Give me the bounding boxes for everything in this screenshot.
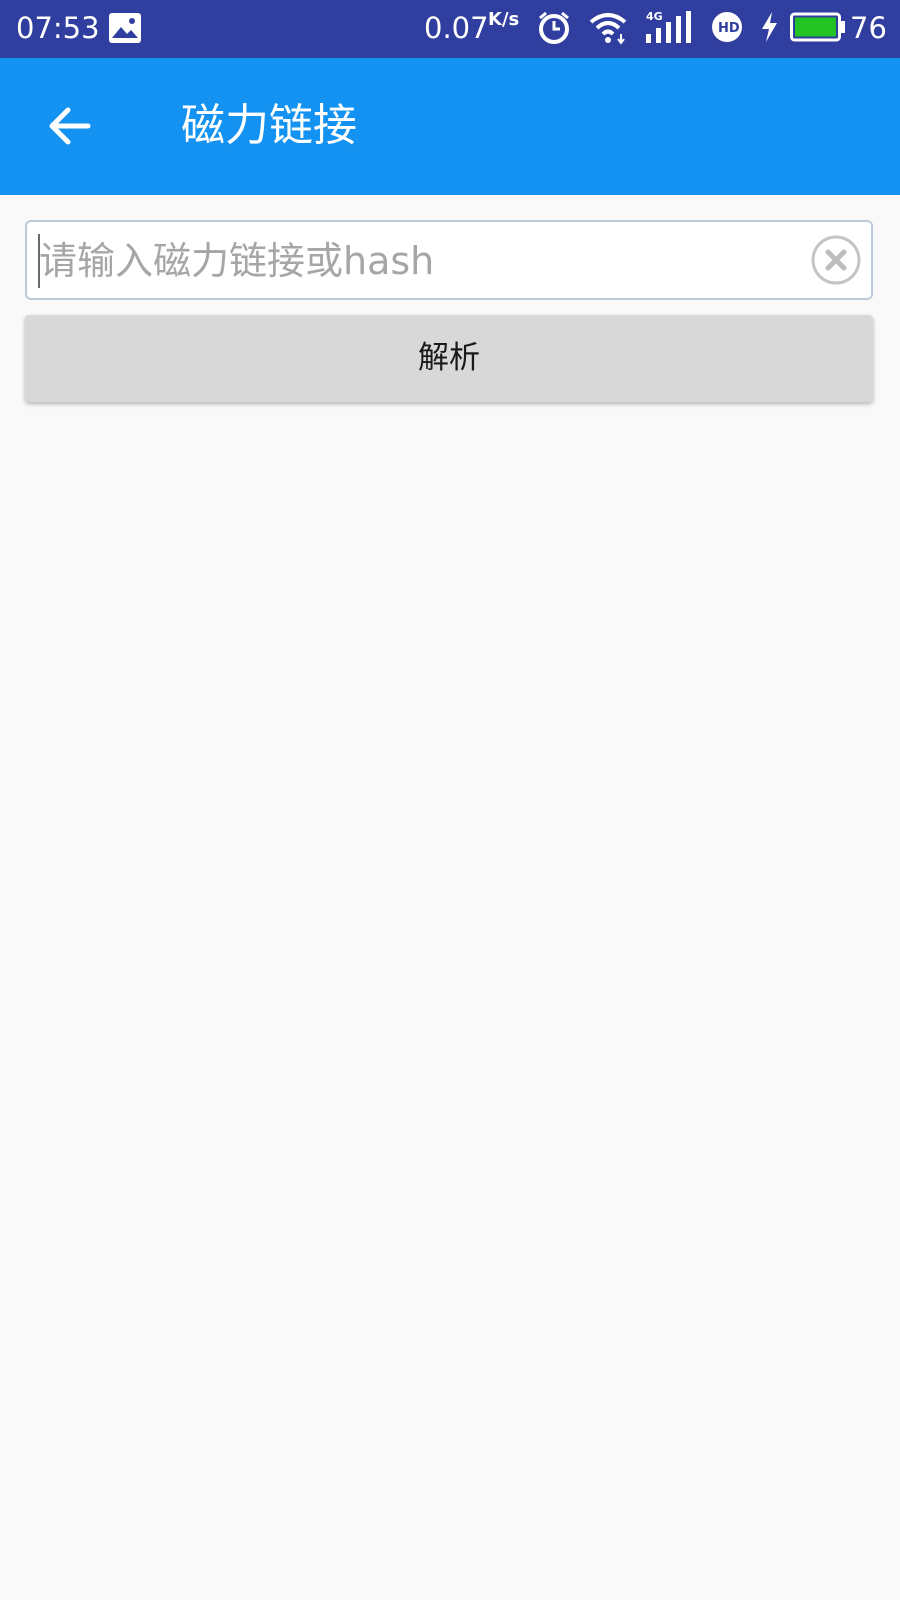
back-button[interactable] [30, 86, 110, 166]
magnet-link-input[interactable] [39, 228, 779, 294]
svg-text:4G: 4G [646, 10, 663, 23]
battery-level: 76 [850, 11, 887, 45]
signal-icon: 4G [644, 10, 692, 48]
arrow-left-icon [49, 107, 91, 145]
network-speed: 0.07 [424, 11, 489, 45]
charging-icon [760, 10, 780, 48]
parse-button[interactable]: 解析 [25, 315, 873, 402]
app-bar: 磁力链接 [0, 58, 900, 195]
magnet-link-field[interactable] [25, 220, 873, 300]
page-title: 磁力链接 [181, 100, 357, 151]
status-bar: 07:53 0.07 K/s 4G HD 76 [0, 0, 900, 58]
gallery-icon [108, 12, 142, 44]
network-speed-unit: K/s [488, 9, 520, 30]
wifi-icon [588, 10, 628, 50]
hd-icon: HD [710, 10, 744, 48]
clear-circle-icon [811, 235, 861, 285]
battery-icon [790, 10, 846, 48]
svg-text:HD: HD [718, 21, 740, 36]
alarm-icon [536, 10, 572, 50]
clear-button[interactable] [809, 233, 863, 287]
status-time: 07:53 [16, 11, 100, 45]
